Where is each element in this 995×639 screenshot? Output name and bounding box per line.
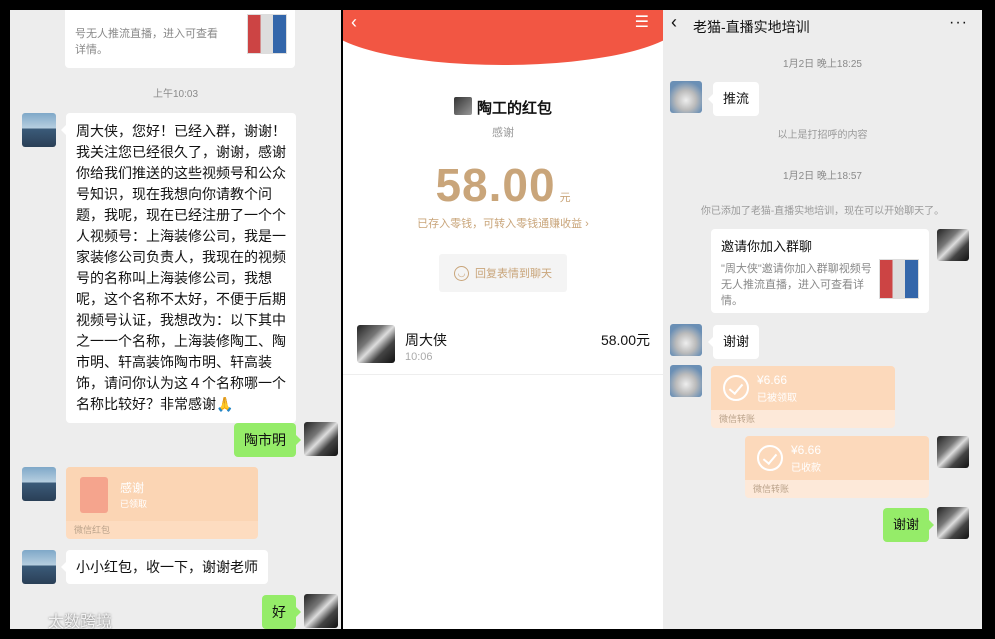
chat-panel-right: ‹ 老猫-直播实地培训 ··· 1月2日 晚上18:25 推流 以上是打招呼的内… [663, 10, 982, 629]
red-packet-subtitle: 感谢 [492, 127, 514, 139]
red-packet-message[interactable]: 感谢 已领取 微信红包 [66, 467, 258, 539]
invite-card-desc: "周大侠"邀请你加入群聊视频号无人推流直播，进入可查看详情。 [721, 263, 872, 307]
transfer-footer: 微信转账 [753, 484, 790, 494]
transfer-footer: 微信转账 [719, 414, 756, 424]
avatar[interactable] [22, 113, 56, 147]
avatar[interactable] [670, 324, 702, 356]
receiver-name: 周大侠 [405, 332, 447, 348]
invite-card[interactable]: 邀请你加入群聊 "周大侠"邀请你加入群聊视频号无人推流直播，进入可查看详情。 [711, 229, 929, 313]
watermark: 太数跨境 [48, 614, 113, 629]
transfer-state: 已被领取 [757, 393, 797, 404]
avatar[interactable] [670, 81, 702, 113]
transfer-message[interactable]: ¥6.66 已被领取 微信转账 [711, 366, 895, 428]
sender-avatar-icon [454, 97, 472, 115]
red-packet-detail: ‹ ☰ 陶工的红包 感谢 58.00 元 已存入零钱，可转入零钱通赚收益 › ◡ … [343, 10, 663, 629]
avatar[interactable] [304, 422, 338, 456]
check-circle-icon [723, 375, 749, 401]
stored-note-text: 已存入零钱，可转入零钱通赚收益 [417, 218, 583, 230]
message-bubble[interactable]: 谢谢 [707, 325, 760, 359]
menu-icon[interactable]: ☰ [635, 12, 649, 32]
invite-card-partial[interactable]: 号无人推流直播，进入可查看 详情。 [65, 10, 295, 68]
group-thumbnail [879, 259, 919, 299]
timestamp: 1月2日 晚上18:25 [783, 59, 862, 70]
transfer-amount: ¥6.66 [791, 443, 822, 457]
red-packet-footer: 微信红包 [74, 525, 111, 535]
system-note: 你已添加了老猫-直播实地培训，现在可以开始聊天了。 [700, 206, 945, 217]
avatar[interactable] [22, 550, 56, 584]
red-packet-icon [80, 477, 108, 513]
receiver-amount: 58.00元 [600, 332, 650, 348]
smile-icon: ◡ [454, 265, 469, 281]
back-icon[interactable]: ‹ [671, 12, 677, 33]
message-bubble[interactable]: 小小红包，收一下，谢谢老师 [61, 550, 268, 584]
system-note: 以上是打招呼的内容 [777, 130, 868, 141]
receiver-row: 周大侠 10:06 58.00元 [343, 317, 663, 375]
avatar[interactable] [670, 365, 702, 397]
check-circle-icon [757, 445, 783, 471]
transfer-amount: ¥6.66 [757, 373, 788, 387]
message-bubble[interactable]: 陶市明 [234, 423, 301, 457]
avatar[interactable] [304, 594, 338, 628]
message-bubble[interactable]: 推流 [707, 82, 760, 116]
invite-card-desc: 号无人推流直播，进入可查看 详情。 [75, 28, 218, 56]
avatar [357, 325, 395, 363]
amount-row: 58.00 元 [343, 158, 663, 212]
more-icon[interactable]: ··· [949, 14, 968, 32]
transfer-message[interactable]: ¥6.66 已收款 微信转账 [745, 436, 929, 498]
amount-unit: 元 [559, 192, 571, 204]
avatar[interactable] [937, 229, 969, 261]
avatar[interactable] [937, 507, 969, 539]
chevron-right-icon: › [582, 218, 589, 230]
red-packet-header-arc [343, 10, 663, 65]
timestamp: 上午10:03 [152, 89, 199, 100]
timestamp: 1月2日 晚上18:57 [783, 171, 862, 182]
message-bubble[interactable]: 周大侠，您好！已经入群，谢谢！我关注您已经很久了，谢谢，感谢你给我们推送的这些视… [61, 113, 296, 423]
chat-title: 老猫-直播实地培训 [693, 19, 810, 35]
group-thumbnail [247, 14, 287, 54]
red-packet-title: 感谢 [120, 481, 145, 495]
chat-header: ‹ 老猫-直播实地培训 ··· [663, 10, 982, 42]
chat-panel-left: 号无人推流直播，进入可查看 详情。 上午10:03 周大侠，您好！已经入群，谢谢… [10, 10, 341, 629]
message-bubble[interactable]: 好 [262, 595, 301, 629]
reply-sticker-button[interactable]: ◡ 回复表情到聊天 [439, 254, 567, 292]
message-bubble[interactable]: 谢谢 [883, 508, 935, 542]
back-icon[interactable]: ‹ [351, 12, 357, 33]
red-packet-state: 已领取 [120, 499, 148, 509]
invite-card-title: 邀请你加入群聊 [721, 239, 813, 254]
transfer-state: 已收款 [791, 463, 821, 474]
receiver-time: 10:06 [405, 351, 433, 363]
avatar[interactable] [22, 467, 56, 501]
avatar[interactable] [937, 436, 969, 468]
reply-sticker-label: 回复表情到聊天 [475, 268, 552, 280]
sender-title: 陶工的红包 [477, 100, 553, 117]
stored-note-link[interactable]: 已存入零钱，可转入零钱通赚收益 › [343, 215, 663, 231]
amount: 58.00 [435, 159, 556, 211]
